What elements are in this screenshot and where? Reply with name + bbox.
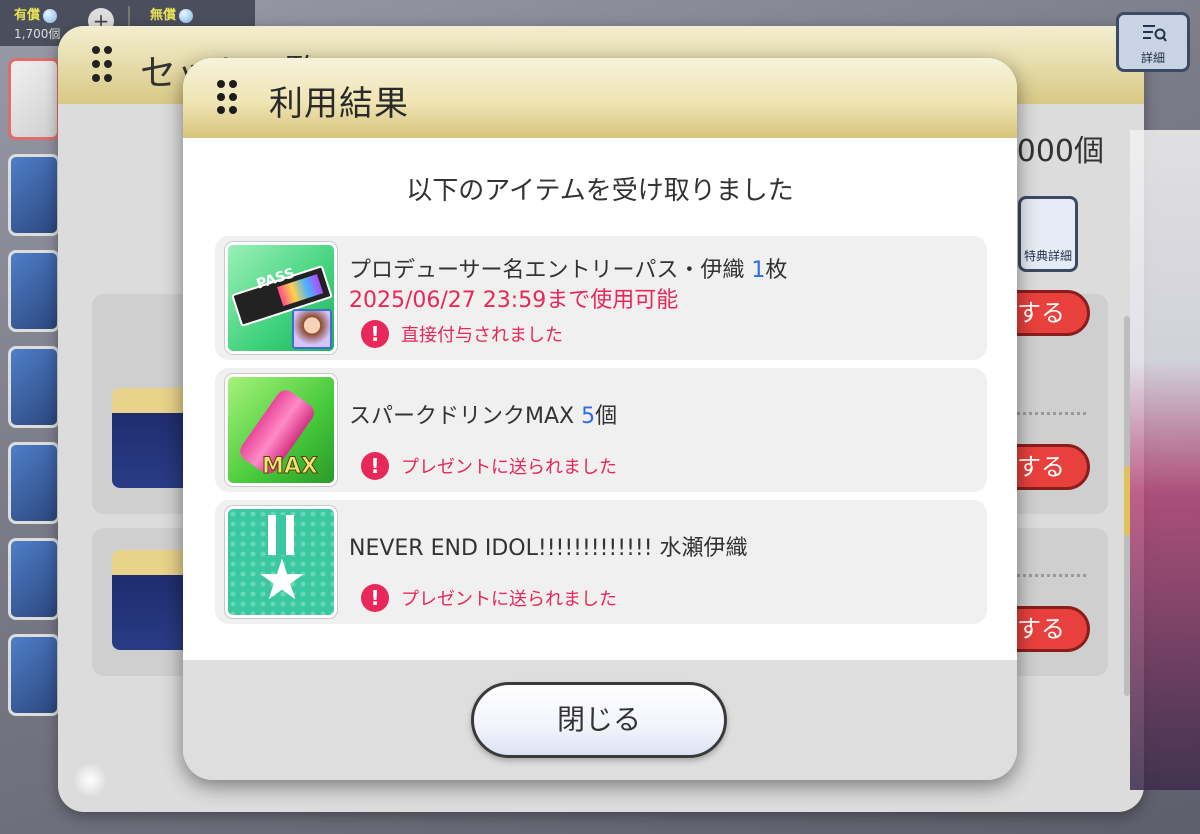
- side-banner[interactable]: [8, 58, 60, 140]
- reward-item-title: NEVER END IDOL!!!!!!!!!!!!! 水瀬伊織: [349, 536, 748, 561]
- close-button[interactable]: 閉じる: [471, 682, 727, 758]
- reward-item-name: NEVER END IDOL!!!!!!!!!!!!! 水瀬伊織: [349, 530, 748, 562]
- alert-icon: !: [361, 584, 389, 612]
- sparkle-effect: [70, 760, 110, 800]
- reward-item: PASS プロデューサー名エントリーパス・伊織 1枚 2025/06/27 23…: [215, 236, 987, 360]
- side-banner[interactable]: [8, 346, 60, 428]
- notice-text: プレゼントに送られました: [401, 457, 617, 478]
- detail-button-label: 詳細: [1140, 51, 1165, 65]
- alert-icon: !: [361, 320, 389, 348]
- reward-item-notice: ! 直接付与されました: [361, 320, 563, 350]
- side-banner[interactable]: [8, 538, 60, 620]
- idol-portrait-icon: [292, 309, 332, 349]
- dialog-footer: 閉じる: [183, 660, 1017, 780]
- side-banner[interactable]: [8, 634, 60, 716]
- paid-currency-value: 1,700個: [14, 27, 61, 41]
- side-banner[interactable]: [8, 154, 60, 236]
- notice-text: プレゼントに送られました: [401, 589, 617, 610]
- reward-item-unit: 個: [595, 404, 618, 429]
- free-currency: 無償: [150, 4, 194, 23]
- entry-pass-icon: PASS: [225, 242, 337, 354]
- reward-item-quantity: 5: [581, 404, 596, 429]
- paid-currency-label: 有償: [14, 8, 41, 23]
- reward-item-name: スパークドリンクMAX 5個: [349, 398, 617, 430]
- paid-currency: 有償 1,700個: [14, 4, 60, 42]
- dialog-body: 以下のアイテムを受け取りました PASS プロデューサー名エントリーパス・伊織 …: [183, 138, 1017, 660]
- reward-item-notice: ! プレゼントに送られました: [361, 452, 617, 482]
- grip-icon: [217, 80, 239, 120]
- list-search-icon: [1143, 25, 1167, 42]
- reward-item-quantity: 1: [751, 258, 766, 283]
- dialog-message: 以下のアイテムを受け取りました: [406, 176, 794, 206]
- reward-item-notice: ! プレゼントに送られました: [361, 584, 617, 614]
- medal-icon: ★: [225, 506, 337, 618]
- bonus-detail-button[interactable]: 特典詳細: [1018, 196, 1078, 272]
- grip-icon: [92, 46, 116, 90]
- star-icon: ★: [256, 548, 308, 613]
- side-banner[interactable]: [8, 250, 60, 332]
- reward-item: ★ NEVER END IDOL!!!!!!!!!!!!! 水瀬伊織 ! プレゼン…: [215, 500, 987, 624]
- dialog-header: 利用結果: [183, 58, 1017, 138]
- dialog-title: 利用結果: [269, 84, 409, 124]
- reward-item-unit: 枚: [765, 258, 788, 283]
- side-banner[interactable]: [8, 442, 60, 524]
- reward-item-expiry: 2025/06/27 23:59まで使用可能: [349, 288, 679, 313]
- reward-item-title: プロデューサー名エントリーパス・伊織: [349, 258, 745, 283]
- detail-button[interactable]: 詳細: [1116, 12, 1190, 72]
- drink-max-label: MAX: [262, 454, 319, 480]
- idol-character-art: [1130, 130, 1200, 790]
- usage-result-dialog: 利用結果 以下のアイテムを受け取りました PASS プロデューサー名エントリーパ…: [183, 58, 1017, 780]
- alert-icon: !: [361, 452, 389, 480]
- free-currency-label: 無償: [150, 8, 177, 23]
- reward-item-name: プロデューサー名エントリーパス・伊織 1枚: [349, 252, 787, 284]
- reward-item-title: スパークドリンクMAX: [349, 404, 575, 429]
- notice-text: 直接付与されました: [401, 325, 563, 346]
- spark-drink-icon: MAX: [225, 374, 337, 486]
- item-count: 000個: [1016, 134, 1104, 169]
- gem-icon: [43, 8, 58, 23]
- side-banner-list: [8, 58, 60, 730]
- gem-icon: [179, 8, 194, 23]
- reward-item: MAX スパークドリンクMAX 5個 ! プレゼントに送られました: [215, 368, 987, 492]
